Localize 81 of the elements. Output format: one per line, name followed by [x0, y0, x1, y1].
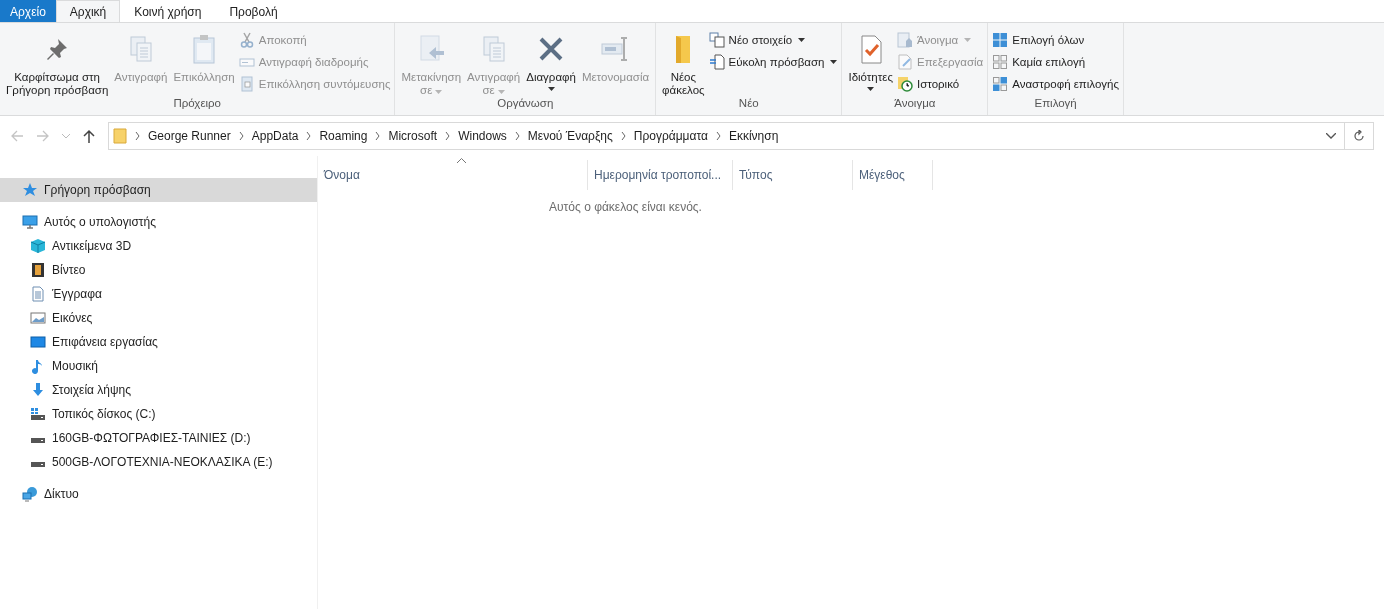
- ribbon-button[interactable]: Καρφίτσωμα στη Γρήγορη πρόσβαση: [4, 27, 111, 97]
- file-tab[interactable]: Αρχείο: [0, 0, 56, 22]
- sidebar-item[interactable]: Εικόνες: [0, 306, 317, 330]
- scissors-icon: [238, 31, 255, 48]
- desktop-icon: [30, 334, 46, 350]
- sidebar-item[interactable]: 500GB-ΛΟΓΟΤΕΧΝΙΑ-ΝΕΟΚΛΑΣΙΚΑ (E:): [0, 450, 317, 474]
- breadcrumb-item[interactable]: Προγράμματα: [633, 129, 708, 143]
- ribbon-button[interactable]: Νέος φάκελος: [660, 27, 707, 97]
- group-label: Πρόχειρο: [172, 97, 222, 111]
- edit-icon: [897, 53, 913, 70]
- breadcrumb-item[interactable]: Μενού Έναρξης: [527, 129, 613, 143]
- breadcrumb-item[interactable]: Εκκίνηση: [728, 129, 779, 143]
- film-icon: [30, 262, 46, 278]
- column-header[interactable]: Τύπος: [733, 160, 853, 190]
- folder-icon: [113, 128, 127, 144]
- ribbon-button[interactable]: Καμία επιλογή: [992, 53, 1119, 70]
- chevron-down-icon[interactable]: [1326, 133, 1336, 139]
- ribbon-button[interactable]: Ιστορικό: [897, 75, 984, 92]
- group-label: Νέο: [737, 97, 760, 111]
- ribbon-tab[interactable]: Αρχική: [55, 0, 121, 22]
- cube-icon: [30, 238, 46, 254]
- drive-icon: [30, 438, 46, 444]
- new-item-icon: [708, 31, 725, 48]
- drive-icon: [30, 406, 46, 422]
- group-label: Οργάνωση: [496, 97, 555, 111]
- history-icon: [897, 75, 913, 92]
- open-icon: [897, 31, 913, 48]
- sidebar-item[interactable]: Τοπικός δίσκος (C:): [0, 402, 317, 426]
- column-header[interactable]: Όνομα: [318, 160, 588, 190]
- sidebar-item[interactable]: 160GB-ΦΩΤΟΓΡΑΦΙΕΣ-ΤΑΙΝΙΕΣ (D:): [0, 426, 317, 450]
- sidebar-item[interactable]: Μουσική: [0, 354, 317, 378]
- star-icon: [22, 182, 38, 198]
- select-none-icon: [992, 53, 1009, 70]
- chevron-right-icon: [238, 132, 244, 140]
- breadcrumb-item[interactable]: Roaming: [319, 129, 368, 143]
- picture-icon: [30, 310, 46, 326]
- up-arrow-icon[interactable]: [82, 129, 96, 143]
- sidebar-item[interactable]: Γρήγορη πρόσβαση: [0, 178, 317, 202]
- chevron-right-icon: [375, 132, 381, 140]
- chevron-right-icon: [514, 132, 520, 140]
- chevron-right-icon: [715, 132, 721, 140]
- drive-icon: [30, 462, 46, 468]
- invert-selection-icon: [992, 75, 1009, 92]
- download-icon: [30, 382, 46, 398]
- document-icon: [30, 286, 46, 302]
- sort-icon: [457, 158, 466, 163]
- column-header[interactable]: Μέγεθος: [853, 160, 933, 190]
- ribbon-button[interactable]: Ιδιότητες: [846, 27, 895, 97]
- column-header[interactable]: Ημερομηνία τροποποί...: [588, 160, 733, 190]
- sidebar-item[interactable]: Αυτός ο υπολογιστής: [0, 210, 317, 234]
- select-all-icon: [992, 31, 1009, 48]
- breadcrumb-item[interactable]: Microsoft: [388, 129, 438, 143]
- ribbon-button[interactable]: Νέο στοιχείο: [708, 31, 838, 48]
- sidebar-item[interactable]: Επιφάνεια εργασίας: [0, 330, 317, 354]
- ribbon-tab[interactable]: Προβολή: [215, 0, 292, 22]
- shortcut-icon: [238, 75, 255, 92]
- sidebar-item[interactable]: Στοιχεία λήψης: [0, 378, 317, 402]
- network-icon: [22, 486, 38, 502]
- ribbon-button[interactable]: Επιλογή όλων: [992, 31, 1119, 48]
- chevron-right-icon: [306, 132, 312, 140]
- ribbon-tab[interactable]: Κοινή χρήση: [120, 0, 216, 22]
- sidebar-item[interactable]: Αντικείμενα 3D: [0, 234, 317, 258]
- ribbon-button[interactable]: Εύκολη πρόσβαση: [708, 53, 838, 70]
- breadcrumb-item[interactable]: George Runner: [148, 129, 231, 143]
- sidebar-item[interactable]: Δίκτυο: [0, 482, 317, 506]
- breadcrumb-item[interactable]: Windows: [458, 129, 507, 143]
- refresh-icon: [1353, 130, 1365, 142]
- sidebar-item[interactable]: Έγγραφα: [0, 282, 317, 306]
- ribbon-button[interactable]: Διαγραφή: [524, 27, 578, 97]
- empty-folder-message: Αυτός ο φάκελος είναι κενός.: [548, 200, 703, 214]
- sidebar-item[interactable]: Βίντεο: [0, 258, 317, 282]
- chevron-right-icon: [620, 132, 626, 140]
- group-label: Άνοιγμα: [893, 97, 937, 111]
- breadcrumb-item[interactable]: AppData: [251, 129, 299, 143]
- chevron-right-icon: [135, 132, 140, 140]
- ribbon-button[interactable]: Αναστροφή επιλογής: [992, 75, 1119, 92]
- chevron-right-icon: [445, 132, 451, 140]
- easy-access-icon: [708, 53, 725, 70]
- group-label: Επιλογή: [1033, 97, 1078, 111]
- address-bar[interactable]: George Runner AppData Roaming Microsoft Windows Μενού Έναρξης Προγράμματα Εκκίνηση: [108, 122, 1374, 150]
- computer-icon: [22, 214, 38, 230]
